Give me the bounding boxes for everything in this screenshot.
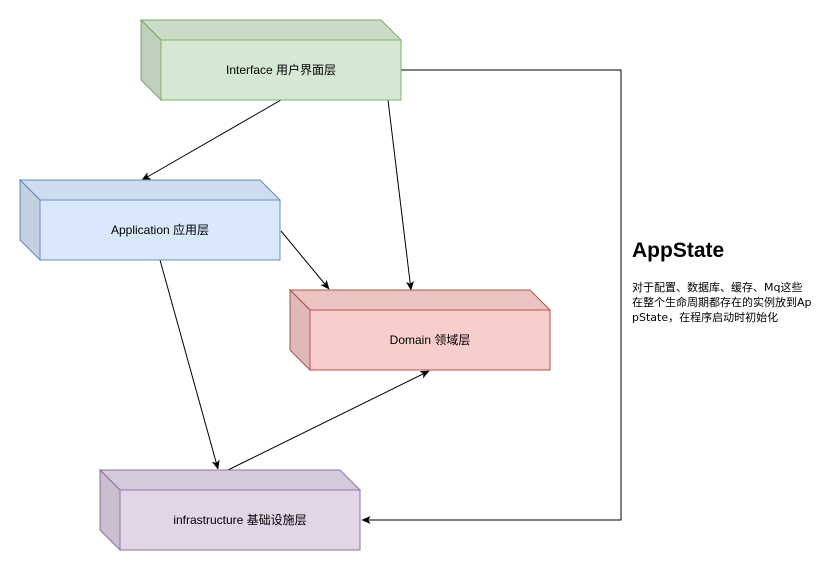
edge-interface-to-domain[interactable] [387,99,414,291]
infrastructure-layer-box[interactable]: infrastructure 基础设施层 [98,468,362,552]
application-layer-label: Application 应用层 [111,222,209,237]
appstate-title: AppState [632,239,725,262]
infrastructure-layer-label: infrastructure 基础设施层 [173,513,306,527]
application-layer-box[interactable]: Application 应用层 [18,178,282,262]
interface-layer-box[interactable]: Interface 用户界面层 [139,18,403,102]
edge-application-to-infrastructure[interactable] [159,259,220,470]
infrastructure-layer-top-shade [100,470,360,490]
domain-layer-top-shade [290,290,550,310]
interface-layer-top-shade [141,20,401,40]
domain-layer-label: Domain 领域层 [390,333,471,347]
domain-layer-box[interactable]: Domain 领域层 [288,288,552,372]
edge-application-to-domain[interactable] [280,230,330,290]
interface-layer-label: Interface 用户界面层 [226,62,336,77]
edge-interface-to-application[interactable] [141,99,282,181]
appstate-description: 对于配置、数据库、缓存、Mq这些在整个生命周期都存在的实例放到AppState，… [632,281,812,324]
application-layer-top-shade [20,180,280,200]
edge-infrastructure-to-domain[interactable] [227,370,430,471]
